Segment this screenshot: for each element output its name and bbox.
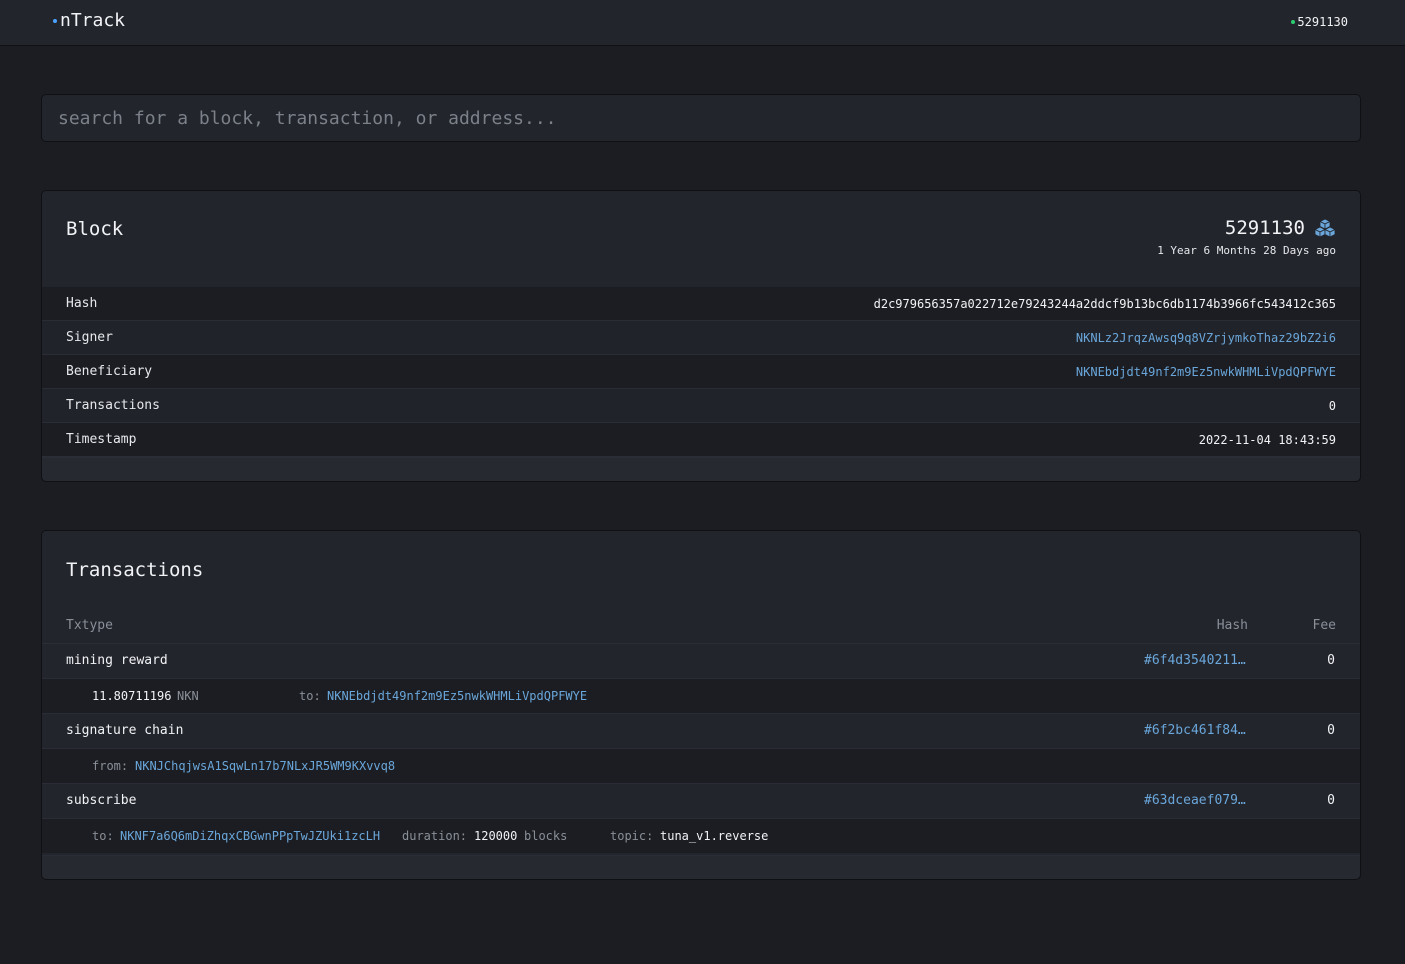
online-status-dot-icon bbox=[1291, 20, 1296, 24]
transactions-card: Transactions Txtype Hash Fee mining rewa… bbox=[41, 530, 1361, 880]
tx-hash-link[interactable]: #63dceaef079... bbox=[1144, 793, 1246, 808]
row-label: Hash bbox=[66, 296, 98, 311]
tx-to-label: to: bbox=[92, 829, 114, 843]
transactions-list: mining reward #6f4d3540211... 0 11.80711… bbox=[42, 643, 1360, 853]
tx-type: mining reward bbox=[66, 653, 168, 668]
block-row-signer: Signer NKNLz2JrqzAwsq9q8VZrjymkoThaz29bZ… bbox=[42, 321, 1360, 355]
column-header-txtype: Txtype bbox=[66, 618, 113, 633]
card-footer bbox=[42, 457, 1360, 481]
tx-fee: 0 bbox=[1327, 723, 1335, 738]
tx-from-label: from: bbox=[92, 759, 129, 773]
tx-topic-value: tuna_v1.reverse bbox=[660, 829, 769, 843]
tx-type: subscribe bbox=[66, 793, 137, 808]
block-row-transactions: Transactions 0 bbox=[42, 389, 1360, 423]
latest-block-indicator[interactable]: 5291130 bbox=[1291, 15, 1348, 29]
tx-type: signature chain bbox=[66, 723, 184, 738]
tx-from-address-link[interactable]: NKNJChqjwsA1SqwLn17b7NLxJR5WM9KXvvq8 bbox=[135, 759, 395, 773]
card-footer bbox=[42, 855, 1360, 879]
tx-hash-link[interactable]: #6f2bc461f84... bbox=[1144, 723, 1246, 738]
block-summary: 5291130 1 Year 6 Months 28 Days ago bbox=[1157, 217, 1336, 257]
cubes-icon bbox=[1314, 218, 1336, 238]
brand-name: nTrack bbox=[60, 10, 126, 31]
column-header-fee: Fee bbox=[1312, 618, 1336, 633]
block-card-title: Block bbox=[66, 218, 124, 240]
block-row-timestamp: Timestamp 2022-11-04 18:43:59 bbox=[42, 423, 1360, 457]
search-bar bbox=[41, 94, 1361, 142]
tx-duration-value: 120000 bbox=[474, 829, 518, 843]
tx-amount: 11.80711196 bbox=[92, 689, 172, 703]
tx-to-label: to: bbox=[299, 689, 321, 703]
block-row-hash: Hash d2c979656357a022712e79243244a2ddcf9… bbox=[42, 287, 1360, 321]
transaction-row[interactable]: subscribe #63dceaef079... 0 bbox=[42, 783, 1360, 818]
transaction-count-value: 0 bbox=[1328, 398, 1336, 413]
block-details-table: Hash d2c979656357a022712e79243244a2ddcf9… bbox=[42, 287, 1360, 457]
search-input[interactable] bbox=[42, 95, 1360, 141]
transaction-detail: to: NKNF7a6Q6mDiZhqxCBGwnPPpTwJZUki1zcLH… bbox=[42, 818, 1360, 853]
tx-hash-link[interactable]: #6f4d3540211... bbox=[1144, 653, 1246, 668]
brand-dot-icon bbox=[53, 18, 57, 23]
row-label: Timestamp bbox=[66, 432, 137, 447]
transaction-detail: 11.80711196 NKN to: NKNEbdjdt49nf2m9Ez5n… bbox=[42, 678, 1360, 713]
signer-address-link[interactable]: NKNLz2JrqzAwsq9q8VZrjymkoThaz29bZ2i6 bbox=[1076, 331, 1336, 345]
tx-to-address-link[interactable]: NKNEbdjdt49nf2m9Ez5nwkWHMLiVpdQPFWYE bbox=[327, 689, 587, 703]
transaction-detail: from: NKNJChqjwsA1SqwLn17b7NLxJR5WM9KXvv… bbox=[42, 748, 1360, 783]
timestamp-value: 2022-11-04 18:43:59 bbox=[1198, 432, 1336, 447]
tx-topic-label: topic: bbox=[610, 829, 654, 843]
latest-block-number: 5291130 bbox=[1297, 15, 1348, 29]
block-row-beneficiary: Beneficiary NKNEbdjdt49nf2m9Ez5nwkWHMLiV… bbox=[42, 355, 1360, 389]
block-age: 1 Year 6 Months 28 Days ago bbox=[1157, 244, 1336, 257]
brand-logo[interactable]: nTrack bbox=[53, 10, 125, 31]
beneficiary-address-link[interactable]: NKNEbdjdt49nf2m9Ez5nwkWHMLiVpdQPFWYE bbox=[1076, 365, 1336, 379]
top-navbar: nTrack 5291130 bbox=[0, 0, 1405, 46]
block-number: 5291130 bbox=[1224, 217, 1305, 239]
transactions-card-title: Transactions bbox=[66, 559, 204, 581]
tx-duration-label: duration: bbox=[402, 829, 468, 843]
tx-fee: 0 bbox=[1327, 653, 1335, 668]
transactions-table-header: Txtype Hash Fee bbox=[66, 618, 1336, 643]
tx-amount-unit: NKN bbox=[177, 689, 199, 703]
tx-to-address-link[interactable]: NKNF7a6Q6mDiZhqxCBGwnPPpTwJZUki1zcLH bbox=[120, 829, 380, 843]
row-label: Transactions bbox=[66, 398, 160, 413]
row-label: Signer bbox=[66, 330, 113, 345]
tx-fee: 0 bbox=[1327, 793, 1335, 808]
tx-duration-unit: blocks bbox=[524, 829, 568, 843]
block-hash-value: d2c979656357a022712e79243244a2ddcf9b13bc… bbox=[873, 296, 1336, 311]
row-label: Beneficiary bbox=[66, 364, 153, 379]
transaction-row[interactable]: signature chain #6f2bc461f84... 0 bbox=[42, 713, 1360, 748]
column-header-hash: Hash bbox=[1216, 618, 1248, 633]
block-card: Block 5291130 1 Year 6 Months 28 Days ag… bbox=[41, 190, 1361, 482]
transaction-row[interactable]: mining reward #6f4d3540211... 0 bbox=[42, 643, 1360, 678]
